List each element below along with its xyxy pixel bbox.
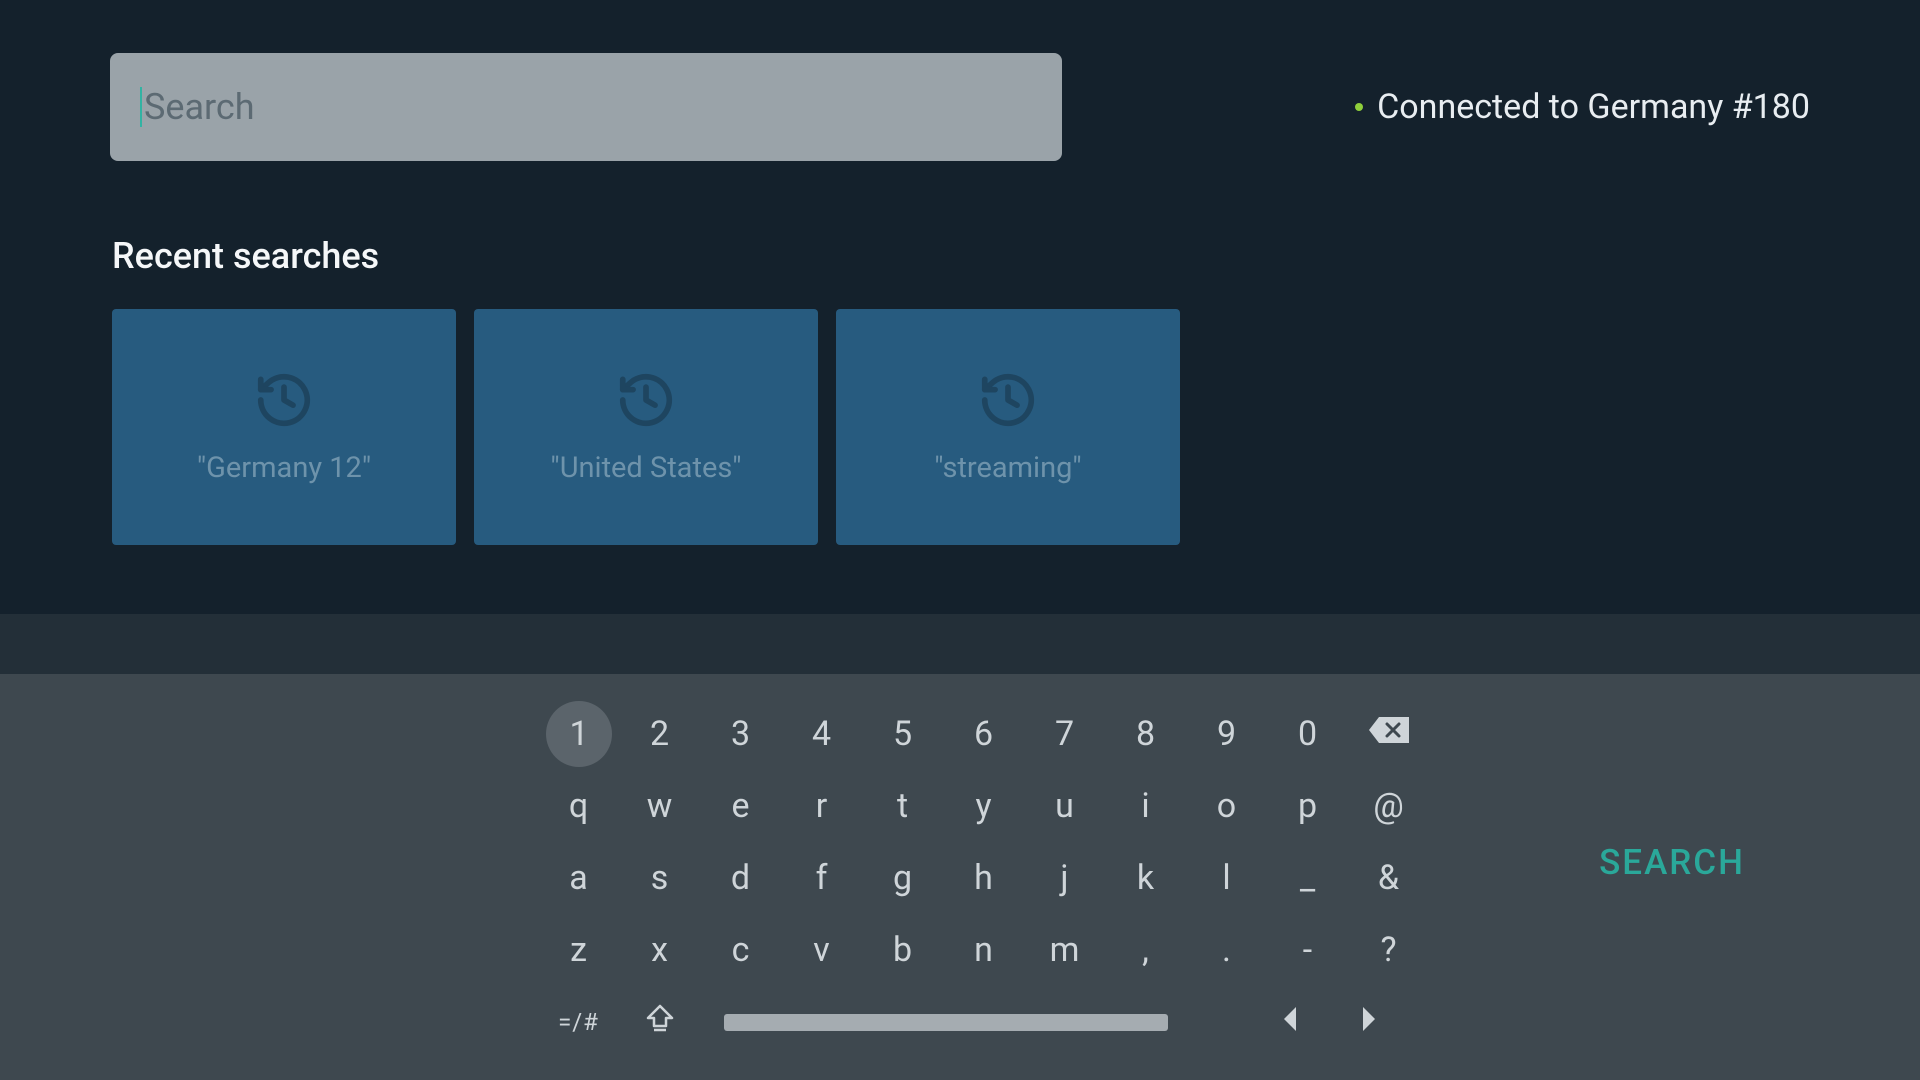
keyboard-row-1: 1 2 3 4 5 6 7 8 9 0: [538, 712, 1920, 756]
key-o[interactable]: o: [1186, 784, 1267, 828]
search-input[interactable]: Search: [110, 53, 1062, 161]
key-cursor-right[interactable]: [1329, 1000, 1410, 1044]
recent-search-label: "Germany 12": [197, 451, 371, 485]
connection-status: Connected to Germany #180: [1355, 87, 1810, 127]
key-g[interactable]: g: [862, 856, 943, 900]
history-icon: [974, 369, 1042, 431]
text-cursor: [140, 87, 142, 127]
key-w[interactable]: w: [619, 784, 700, 828]
key-z[interactable]: z: [538, 928, 619, 972]
recent-search-card[interactable]: "Germany 12": [112, 309, 456, 545]
key-f[interactable]: f: [781, 856, 862, 900]
recent-search-card[interactable]: "streaming": [836, 309, 1180, 545]
key-0[interactable]: 0: [1267, 712, 1348, 756]
key-backspace[interactable]: [1348, 712, 1429, 756]
key-e[interactable]: e: [700, 784, 781, 828]
key-x[interactable]: x: [619, 928, 700, 972]
key-m[interactable]: m: [1024, 928, 1105, 972]
recent-searches-list: "Germany 12" "United States" "streamin: [112, 309, 1920, 545]
keyboard-row-2: q w e r t y u i o p @: [538, 784, 1920, 828]
key-underscore[interactable]: _: [1267, 856, 1348, 900]
key-a[interactable]: a: [538, 856, 619, 900]
key-8[interactable]: 8: [1105, 712, 1186, 756]
search-placeholder: Search: [144, 86, 255, 128]
key-d[interactable]: d: [700, 856, 781, 900]
key-n[interactable]: n: [943, 928, 1024, 972]
status-text: Connected to Germany #180: [1377, 87, 1810, 127]
recent-search-label: "streaming": [934, 451, 1081, 485]
key-hyphen[interactable]: -: [1267, 928, 1348, 972]
key-s[interactable]: s: [619, 856, 700, 900]
content-area: Search Connected to Germany #180 Recent …: [0, 0, 1920, 614]
backspace-icon: [1367, 714, 1411, 754]
keyboard-search-button[interactable]: SEARCH: [1599, 842, 1745, 883]
keyboard-row-4: z x c v b n m , . - ?: [538, 928, 1920, 972]
key-t[interactable]: t: [862, 784, 943, 828]
key-p[interactable]: p: [1267, 784, 1348, 828]
key-4[interactable]: 4: [781, 712, 862, 756]
shift-icon: [644, 1002, 676, 1043]
key-3[interactable]: 3: [700, 712, 781, 756]
key-space[interactable]: [724, 1014, 1168, 1031]
key-l[interactable]: l: [1186, 856, 1267, 900]
recent-search-label: "United States": [550, 451, 741, 485]
key-u[interactable]: u: [1024, 784, 1105, 828]
key-i[interactable]: i: [1105, 784, 1186, 828]
key-c[interactable]: c: [700, 928, 781, 972]
recent-searches-heading: Recent searches: [112, 235, 1920, 277]
key-7[interactable]: 7: [1024, 712, 1105, 756]
key-1[interactable]: 1: [546, 701, 612, 767]
key-at[interactable]: @: [1348, 784, 1429, 828]
key-v[interactable]: v: [781, 928, 862, 972]
key-h[interactable]: h: [943, 856, 1024, 900]
key-j[interactable]: j: [1024, 856, 1105, 900]
key-y[interactable]: y: [943, 784, 1024, 828]
history-icon: [612, 369, 680, 431]
status-indicator-dot: [1355, 103, 1363, 111]
key-ampersand[interactable]: &: [1348, 856, 1429, 900]
key-6[interactable]: 6: [943, 712, 1024, 756]
key-9[interactable]: 9: [1186, 712, 1267, 756]
caret-right-icon: [1359, 1002, 1381, 1042]
recent-search-card[interactable]: "United States": [474, 309, 818, 545]
keyboard-row-5: =/#: [538, 1000, 1920, 1044]
key-5[interactable]: 5: [862, 712, 943, 756]
key-comma[interactable]: ,: [1105, 928, 1186, 972]
key-b[interactable]: b: [862, 928, 943, 972]
divider-strip: [0, 614, 1920, 674]
history-icon: [250, 369, 318, 431]
key-q[interactable]: q: [538, 784, 619, 828]
key-shift[interactable]: [619, 1000, 700, 1044]
key-symbols[interactable]: =/#: [538, 1000, 619, 1044]
key-k[interactable]: k: [1105, 856, 1186, 900]
key-period[interactable]: .: [1186, 928, 1267, 972]
key-2[interactable]: 2: [619, 712, 700, 756]
onscreen-keyboard: 1 2 3 4 5 6 7 8 9 0 q w e r: [0, 674, 1920, 1080]
top-row: Search Connected to Germany #180: [0, 0, 1920, 161]
key-question[interactable]: ?: [1348, 928, 1429, 972]
caret-left-icon: [1278, 1002, 1300, 1042]
key-cursor-left[interactable]: [1248, 1000, 1329, 1044]
key-r[interactable]: r: [781, 784, 862, 828]
